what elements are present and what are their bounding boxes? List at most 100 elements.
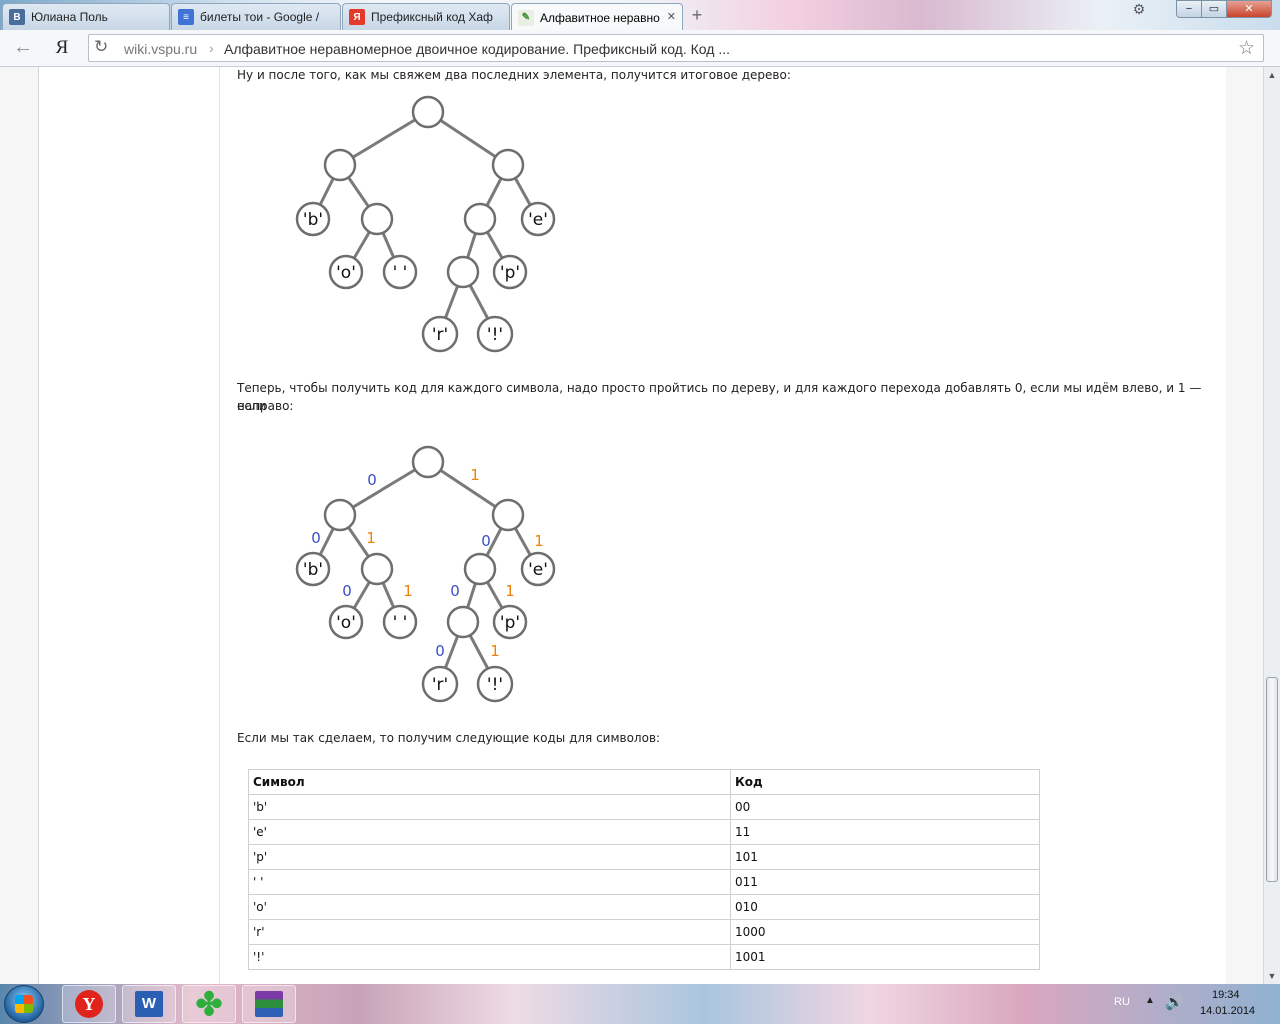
taskbar-yandex-browser[interactable]: Y bbox=[62, 985, 116, 1023]
vertical-scrollbar[interactable]: ▲ ▼ bbox=[1263, 67, 1280, 984]
leaf-label: 'r' bbox=[432, 325, 448, 345]
yandex-icon: Я bbox=[349, 9, 365, 25]
leaf-label: ' ' bbox=[393, 613, 408, 633]
symbol-cell: 'p' bbox=[248, 844, 731, 870]
windows-logo-icon bbox=[15, 995, 33, 1013]
bit-label-zero: 0 bbox=[450, 582, 460, 600]
leaf-label: 'p' bbox=[500, 613, 520, 633]
tree-root-node bbox=[411, 445, 445, 479]
bit-label-zero: 0 bbox=[311, 529, 321, 547]
taskbar-word[interactable]: W bbox=[122, 985, 176, 1023]
article-content: Ну и после того, как мы свяжем два после… bbox=[219, 67, 1226, 984]
table-row: 'r' 1000 bbox=[248, 919, 1040, 945]
column-header-symbol: Символ bbox=[248, 769, 731, 795]
tab-yandex-search[interactable]: Я Префиксный код Хаф bbox=[342, 3, 510, 30]
leaf-label: 'b' bbox=[303, 560, 323, 580]
clock-time[interactable]: 19:34 bbox=[1212, 989, 1240, 1001]
browser-toolbar: ← Я ↻ wiki.vspu.ru › Алфавитное неравном… bbox=[0, 30, 1280, 67]
table-row: 'p' 101 bbox=[248, 844, 1040, 870]
tree-node bbox=[463, 202, 497, 236]
code-cell: 1000 bbox=[730, 919, 1040, 945]
bit-label-zero: 0 bbox=[435, 642, 445, 660]
leaf-label: 'e' bbox=[528, 560, 548, 580]
tab-vk[interactable]: B Юлиана Поль bbox=[2, 3, 170, 30]
symbol-codes-table: Символ Код 'b' 00 'e' 11 'p' 101 ' ' 011… bbox=[248, 769, 1040, 970]
tab-label: билеты тои - Google / bbox=[200, 10, 320, 24]
minimize-button[interactable]: − bbox=[1176, 0, 1202, 18]
new-tab-button[interactable]: + bbox=[684, 6, 710, 26]
code-cell: 101 bbox=[730, 844, 1040, 870]
tree-node bbox=[491, 498, 525, 532]
bit-label-zero: 0 bbox=[481, 532, 491, 550]
code-cell: 00 bbox=[730, 794, 1040, 820]
bit-label-zero: 0 bbox=[342, 582, 352, 600]
address-bar[interactable]: ↻ wiki.vspu.ru › Алфавитное неравномерно… bbox=[88, 34, 1264, 62]
scroll-up-arrow-icon[interactable]: ▲ bbox=[1264, 67, 1280, 83]
tab-label: Префиксный код Хаф bbox=[371, 10, 493, 24]
leaf-label: 'o' bbox=[336, 613, 356, 633]
result-text: Если мы так сделаем, то получим следующи… bbox=[237, 731, 661, 745]
scroll-thumb[interactable] bbox=[1266, 677, 1278, 882]
tree-node bbox=[360, 202, 394, 236]
start-button[interactable] bbox=[4, 985, 44, 1023]
settings-gear-icon[interactable]: ⚙ bbox=[1126, 0, 1152, 18]
back-arrow-icon[interactable]: ← bbox=[12, 37, 34, 59]
table-row: ' ' 011 bbox=[248, 869, 1040, 895]
tree-node bbox=[446, 255, 480, 289]
huffman-tree-coded-diagram: 'b' 'e' 'o' ' ' 'p' 'r' '!' 0 1 0 1 0 1 … bbox=[295, 445, 556, 703]
page-icon: ✎ bbox=[518, 9, 534, 26]
tree-node bbox=[323, 148, 357, 182]
url-page-title: Алфавитное неравномерное двоичное кодиро… bbox=[224, 41, 730, 57]
leaf-label: '!' bbox=[487, 675, 503, 695]
taskbar-winrar[interactable] bbox=[242, 985, 296, 1023]
tab-google-docs[interactable]: ≡ билеты тои - Google / bbox=[171, 3, 341, 30]
tree-node bbox=[491, 148, 525, 182]
code-cell: 1001 bbox=[730, 944, 1040, 970]
table-row: 'o' 010 bbox=[248, 894, 1040, 920]
table-row: 'b' 00 bbox=[248, 794, 1040, 820]
walk-text-line-2: направо: bbox=[237, 399, 294, 413]
yandex-browser-icon: Y bbox=[75, 990, 103, 1018]
maximize-button[interactable]: ▭ bbox=[1201, 0, 1227, 18]
page-frame: Ну и после того, как мы свяжем два после… bbox=[38, 67, 1226, 984]
code-cell: 011 bbox=[730, 869, 1040, 895]
code-cell: 11 bbox=[730, 819, 1040, 845]
url-domain: wiki.vspu.ru bbox=[124, 41, 198, 57]
volume-icon[interactable]: 🔊 bbox=[1165, 993, 1184, 1011]
url-separator: › bbox=[209, 40, 214, 56]
winrar-icon bbox=[255, 991, 283, 1017]
symbol-cell: ' ' bbox=[248, 869, 731, 895]
taskbar-icq[interactable]: ✤ bbox=[182, 985, 236, 1023]
reload-icon[interactable]: ↻ bbox=[94, 37, 108, 57]
code-cell: 010 bbox=[730, 894, 1040, 920]
language-indicator[interactable]: RU bbox=[1114, 996, 1130, 1008]
leaf-label: 'e' bbox=[528, 210, 548, 230]
bookmark-star-icon[interactable]: ☆ bbox=[1238, 37, 1255, 60]
word-icon: W bbox=[135, 991, 163, 1017]
leaf-label: 'b' bbox=[303, 210, 323, 230]
bit-label-one: 1 bbox=[534, 532, 544, 550]
page-viewport: Ну и после того, как мы свяжем два после… bbox=[0, 67, 1263, 984]
clock-date[interactable]: 14.01.2014 bbox=[1200, 1005, 1255, 1017]
vk-icon: B bbox=[9, 9, 25, 25]
tree-node bbox=[446, 605, 480, 639]
taskbar: Y W ✤ RU ▲ 🔊 19:34 14.01.2014 bbox=[0, 984, 1280, 1024]
tree-node bbox=[463, 552, 497, 586]
table-row: '!' 1001 bbox=[248, 944, 1040, 970]
tab-label: Юлиана Поль bbox=[31, 10, 108, 24]
table-row: 'e' 11 bbox=[248, 819, 1040, 845]
scroll-down-arrow-icon[interactable]: ▼ bbox=[1264, 968, 1280, 984]
tab-strip: B Юлиана Поль ≡ билеты тои - Google / Я … bbox=[0, 0, 1280, 31]
close-window-button[interactable]: ✕ bbox=[1226, 0, 1272, 18]
tree-node bbox=[360, 552, 394, 586]
tab-active-page[interactable]: ✎ Алфавитное неравно ✕ bbox=[511, 3, 683, 31]
column-header-code: Код bbox=[730, 769, 1040, 795]
bit-label-one: 1 bbox=[505, 582, 515, 600]
tree-node bbox=[323, 498, 357, 532]
bit-label-one: 1 bbox=[366, 529, 376, 547]
icq-flower-icon: ✤ bbox=[195, 986, 223, 1022]
symbol-cell: 'b' bbox=[248, 794, 731, 820]
show-hidden-icons-arrow-icon[interactable]: ▲ bbox=[1145, 995, 1155, 1006]
close-tab-icon[interactable]: ✕ bbox=[667, 10, 676, 23]
yandex-logo-button[interactable]: Я bbox=[52, 36, 72, 60]
